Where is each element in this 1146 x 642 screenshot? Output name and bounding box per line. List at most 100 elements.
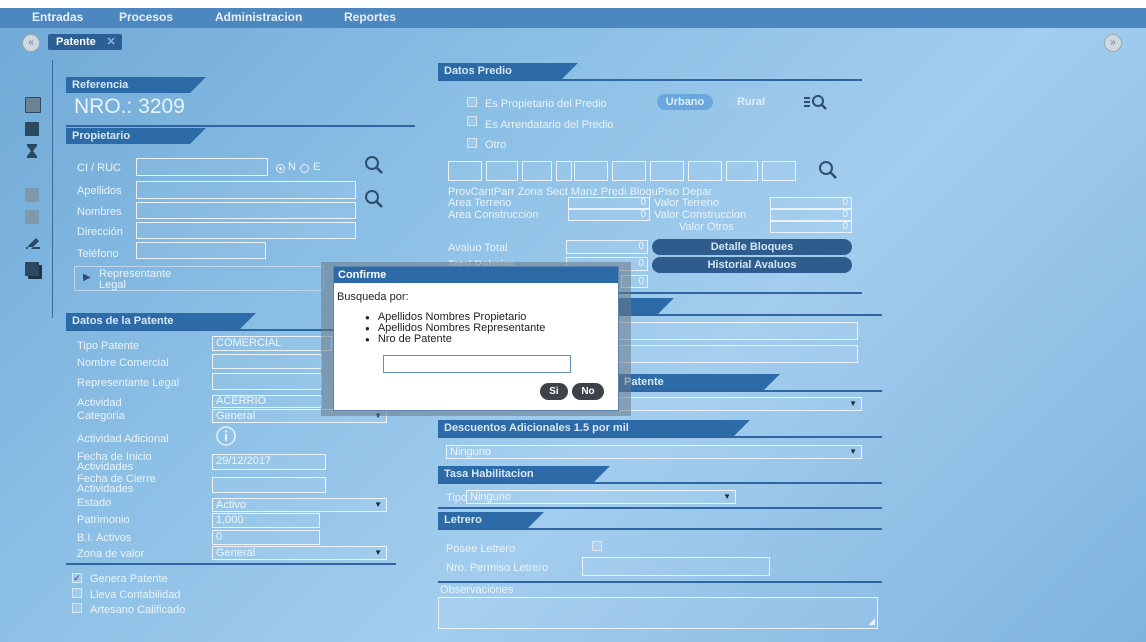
representante-legal-label: Representante Legal xyxy=(77,377,180,389)
dialog-search-input[interactable] xyxy=(383,355,571,373)
patrimonio-input[interactable]: 1,000 xyxy=(212,513,320,528)
si-button[interactable]: Si xyxy=(540,383,568,400)
zona-valor-select[interactable]: General ▼ xyxy=(212,546,387,560)
clave-segment-input[interactable] xyxy=(556,161,572,181)
confirm-dialog: Confirme Busqueda por: ● Apellidos Nombre… xyxy=(333,266,619,411)
tab-patente[interactable]: Patente ✕ xyxy=(48,34,122,50)
tab-scroll-right-icon[interactable]: » xyxy=(1104,34,1122,52)
estado-label: Estado xyxy=(77,497,112,509)
delete-icon[interactable] xyxy=(25,188,39,202)
divider xyxy=(438,507,882,509)
tasa-habilitacion-header: Tasa Habilitacion xyxy=(438,466,610,482)
clave-segment-input[interactable] xyxy=(762,161,796,181)
ci-ruc-label: CI / RUC xyxy=(77,162,121,174)
area-terreno-input[interactable]: 0 xyxy=(568,197,650,209)
genera-patente-checkbox[interactable]: ✓ xyxy=(72,573,82,583)
representante-label-2: Legal xyxy=(99,279,126,291)
actividad-input[interactable]: ACERRIO xyxy=(212,395,322,408)
no-button[interactable]: No xyxy=(572,383,604,400)
area-terreno-label: Area Terreno xyxy=(448,197,512,209)
fecha-cierre-input[interactable] xyxy=(212,477,326,493)
avaluo-total-label: Avaluo Total xyxy=(448,242,508,254)
representante-legal-toggle[interactable]: ▶ Representante Legal xyxy=(74,266,324,291)
info-icon[interactable] xyxy=(215,425,237,447)
descuentos-header: Descuentos Adicionales 1.5 por mil xyxy=(438,420,750,436)
search-apellidos-icon[interactable] xyxy=(364,189,384,209)
resize-handle-icon[interactable]: ◢ xyxy=(868,615,875,628)
search-clave-icon[interactable] xyxy=(818,160,838,180)
new-document-icon[interactable] xyxy=(25,122,39,136)
clave-segment-input[interactable] xyxy=(650,161,684,181)
valor-otros-input[interactable]: 0 xyxy=(770,221,852,233)
avaluo-total-input[interactable]: 0 xyxy=(566,240,648,254)
clave-segment-input[interactable] xyxy=(726,161,758,181)
posee-letrero-checkbox[interactable] xyxy=(592,541,602,551)
nombre-comercial-input[interactable] xyxy=(212,354,322,369)
urbano-toggle[interactable]: Urbano xyxy=(657,94,713,110)
bi-activos-input[interactable]: 0 xyxy=(212,530,320,545)
tab-scroll-left-icon[interactable]: « xyxy=(22,34,40,52)
patente-select[interactable]: ▼ xyxy=(612,397,862,411)
hourglass-icon[interactable] xyxy=(25,143,39,158)
right-input-1[interactable] xyxy=(612,322,858,340)
valor-terreno-input[interactable]: 0 xyxy=(770,197,852,209)
clave-segment-input[interactable] xyxy=(448,161,482,181)
menu-reportes[interactable]: Reportes xyxy=(344,10,396,24)
menu-administracion[interactable]: Administracion xyxy=(215,10,302,24)
menu-procesos[interactable]: Procesos xyxy=(119,10,173,24)
representante-legal-input[interactable] xyxy=(212,373,322,390)
tipo-select[interactable]: Ninguno ▼ xyxy=(466,490,736,504)
area-construccion-input[interactable]: 0 xyxy=(568,209,650,221)
list-search-icon[interactable] xyxy=(804,94,830,110)
grid-icon[interactable] xyxy=(25,210,39,224)
es-propietario-checkbox[interactable] xyxy=(467,97,477,107)
clave-segment-input[interactable] xyxy=(486,161,518,181)
clave-segment-input[interactable] xyxy=(522,161,552,181)
valor-construccion-input[interactable]: 0 xyxy=(770,209,852,221)
ci-ruc-input[interactable] xyxy=(136,158,268,176)
observaciones-textarea[interactable]: ◢ xyxy=(438,597,878,629)
nro-referencia: NRO.: 3209 xyxy=(74,95,185,118)
radio-empresa[interactable] xyxy=(300,164,309,173)
lleva-contabilidad-checkbox[interactable] xyxy=(72,588,82,598)
lleva-contabilidad-label: Lleva Contabilidad xyxy=(90,589,181,601)
nombres-input[interactable] xyxy=(136,202,356,219)
patente-section-header: Patente xyxy=(612,374,780,390)
menu-entradas[interactable]: Entradas xyxy=(32,10,83,24)
descuentos-select[interactable]: Ninguno ▼ xyxy=(446,445,862,459)
es-propietario-label: Es Propietario del Predio xyxy=(485,98,607,110)
tipo-patente-input[interactable]: COMERCIAL xyxy=(212,336,332,351)
artesano-calificado-label: Artesano Calificado xyxy=(90,604,186,616)
fecha-inicio-input[interactable]: 29/12/2017 xyxy=(212,454,326,470)
referencia-header: Referencia xyxy=(66,77,206,93)
fecha-inicio-label: Fecha de Inicio Actividades xyxy=(77,452,152,473)
save-icon[interactable] xyxy=(25,97,41,113)
es-arrendatario-checkbox[interactable] xyxy=(467,116,477,126)
edit-icon[interactable] xyxy=(25,236,40,250)
direccion-input[interactable] xyxy=(136,222,356,239)
clave-segment-input[interactable] xyxy=(574,161,608,181)
divider xyxy=(612,390,882,392)
divider xyxy=(438,79,862,81)
artesano-calificado-checkbox[interactable] xyxy=(72,603,82,613)
clave-segment-input[interactable] xyxy=(612,161,646,181)
chevron-down-icon: ▼ xyxy=(849,447,857,456)
estado-select[interactable]: Activo ▼ xyxy=(212,498,387,512)
tipo-label: Tipo xyxy=(446,492,467,504)
divider xyxy=(438,482,882,484)
detalle-bloques-button[interactable]: Detalle Bloques xyxy=(652,239,852,255)
tab-close-icon[interactable]: ✕ xyxy=(107,34,116,50)
copy-icon[interactable] xyxy=(25,262,39,276)
nro-permiso-label: Nro. Permiso Letrero xyxy=(446,562,549,574)
historial-avaluos-button[interactable]: Historial Avaluos xyxy=(652,257,852,273)
otro-checkbox[interactable] xyxy=(467,138,477,148)
apellidos-input[interactable] xyxy=(136,181,356,199)
radio-natural[interactable] xyxy=(276,164,285,173)
rural-toggle[interactable]: Rural xyxy=(727,94,775,110)
search-propietario-icon[interactable] xyxy=(364,155,384,175)
dialog-option: ● Nro de Patente xyxy=(365,333,452,345)
telefono-input[interactable] xyxy=(136,242,266,259)
right-input-2[interactable] xyxy=(612,345,858,363)
clave-segment-input[interactable] xyxy=(688,161,722,181)
nro-permiso-input[interactable] xyxy=(582,557,770,576)
